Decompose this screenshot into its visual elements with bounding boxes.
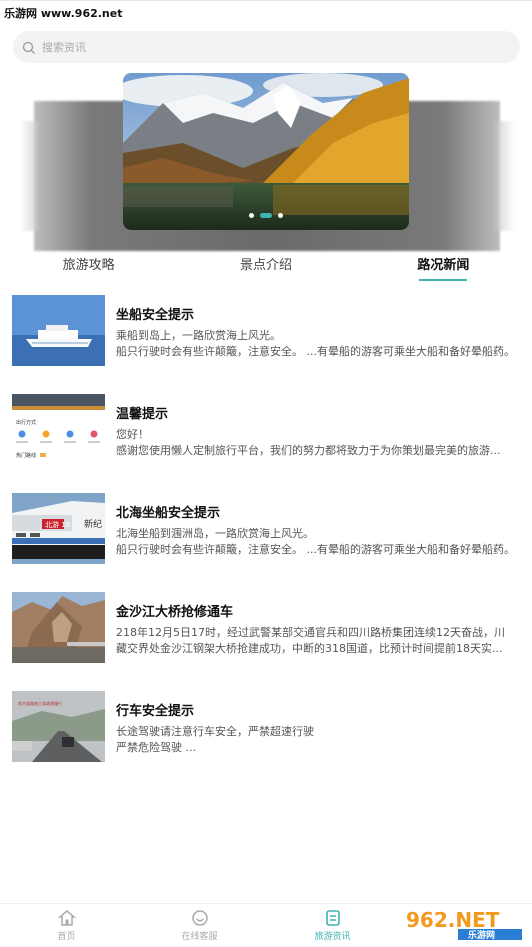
news-thumbnail-app: 出行方式 热门路线 — [12, 394, 105, 465]
news-thumbnail-cruise — [12, 295, 105, 366]
tab-travel-guide[interactable]: 旅游攻略 — [0, 248, 177, 288]
news-title: 坐船安全提示 — [116, 308, 195, 323]
category-tabs: 旅游攻略 景点介绍 路况新闻 — [0, 248, 532, 288]
chat-icon — [191, 910, 208, 926]
banner-image — [123, 73, 409, 230]
list-item[interactable]: 北游 16 新纪 北海坐船安全提示 北海坐船到涠洲岛，一路欣赏海上风光。 船只行… — [0, 493, 532, 592]
news-list: 坐船安全提示 乘船到岛上，一路欣赏海上风光。 船只行驶时会有些许颠簸，注意安全。… — [0, 295, 532, 790]
site-watermark: 乐游网 www.962.net — [4, 7, 123, 20]
carousel-indicators[interactable] — [123, 213, 409, 218]
news-title: 北海坐船安全提示 — [116, 506, 221, 521]
news-summary: 长途驾驶请注意行车安全，严禁超速行驶 严禁危险驾驶 ... — [116, 725, 314, 754]
search-input[interactable] — [42, 40, 462, 54]
svg-text:乐游网: 乐游网 — [468, 929, 495, 941]
tab-active-indicator — [419, 279, 468, 281]
news-title: 温馨提示 — [116, 407, 169, 422]
news-summary: 您好！ 感谢您使用懒人定制旅行平台，我们的努力都将致力于为你策划最完美的旅游..… — [116, 428, 501, 457]
carousel-dot-active[interactable] — [260, 213, 272, 218]
news-thumbnail-road: 前方道路施工请减速慢行 — [12, 691, 105, 762]
ship-name-text-2: 新纪 — [84, 518, 102, 530]
list-item[interactable]: 出行方式 热门路线 温馨提示 您好！ 感谢您使用懒人定制旅行平台，我们的努力都将… — [0, 394, 532, 493]
site-logo-watermark: 962.NET 乐游网 — [398, 903, 528, 943]
list-item[interactable]: 坐船安全提示 乘船到岛上，一路欣赏海上风光。 船只行驶时会有些许颠簸，注意安全。… — [0, 295, 532, 394]
road-sign-text: 前方道路施工请减速慢行 — [18, 700, 62, 706]
ship-name-text: 北游 16 — [45, 520, 71, 529]
news-thumbnail-bridge — [12, 592, 105, 663]
search-icon — [22, 40, 36, 54]
news-title: 行车安全提示 — [116, 704, 195, 719]
thumb-menu-title: 出行方式 — [16, 419, 36, 426]
tab-road-news[interactable]: 路况新闻 — [355, 248, 532, 288]
news-icon — [325, 910, 340, 926]
news-summary: 乘船到岛上，一路欣赏海上风光。 船只行驶时会有些许颠簸，注意安全。 ...有晕船… — [116, 329, 515, 358]
thumb-bottom-text: 热门路线 — [16, 452, 36, 459]
carousel-dot[interactable] — [249, 213, 254, 218]
top-divider — [0, 0, 532, 1]
list-item[interactable]: 前方道路施工请减速慢行 行车安全提示 长途驾驶请注意行车安全，严禁超速行驶 严禁… — [0, 691, 532, 790]
nav-travel-news[interactable]: 旅游资讯 — [266, 904, 399, 947]
banner-carousel[interactable] — [123, 73, 409, 230]
search-bar[interactable] — [13, 31, 520, 63]
nav-online-service[interactable]: 在线客服 — [133, 904, 266, 947]
carousel-dot[interactable] — [278, 213, 283, 218]
svg-text:962.NET: 962.NET — [406, 908, 500, 932]
nav-home[interactable]: 首页 — [0, 904, 133, 947]
news-summary: 北海坐船到涠洲岛，一路欣赏海上风光。 船只行驶时会有些许颠簸，注意安全。 ...… — [116, 527, 515, 556]
news-thumbnail-ferry: 北游 16 新纪 — [12, 493, 105, 564]
list-item[interactable]: 金沙江大桥抢修通车 218年12月5日17时，经过武警某部交通官兵和四川路桥集团… — [0, 592, 532, 691]
news-title: 金沙江大桥抢修通车 — [116, 605, 234, 620]
tab-scenic-intro[interactable]: 景点介绍 — [177, 248, 354, 288]
news-summary: 218年12月5日17时，经过武警某部交通官兵和四川路桥集团连续12天奋战，川 … — [116, 626, 505, 655]
home-icon — [57, 910, 76, 926]
